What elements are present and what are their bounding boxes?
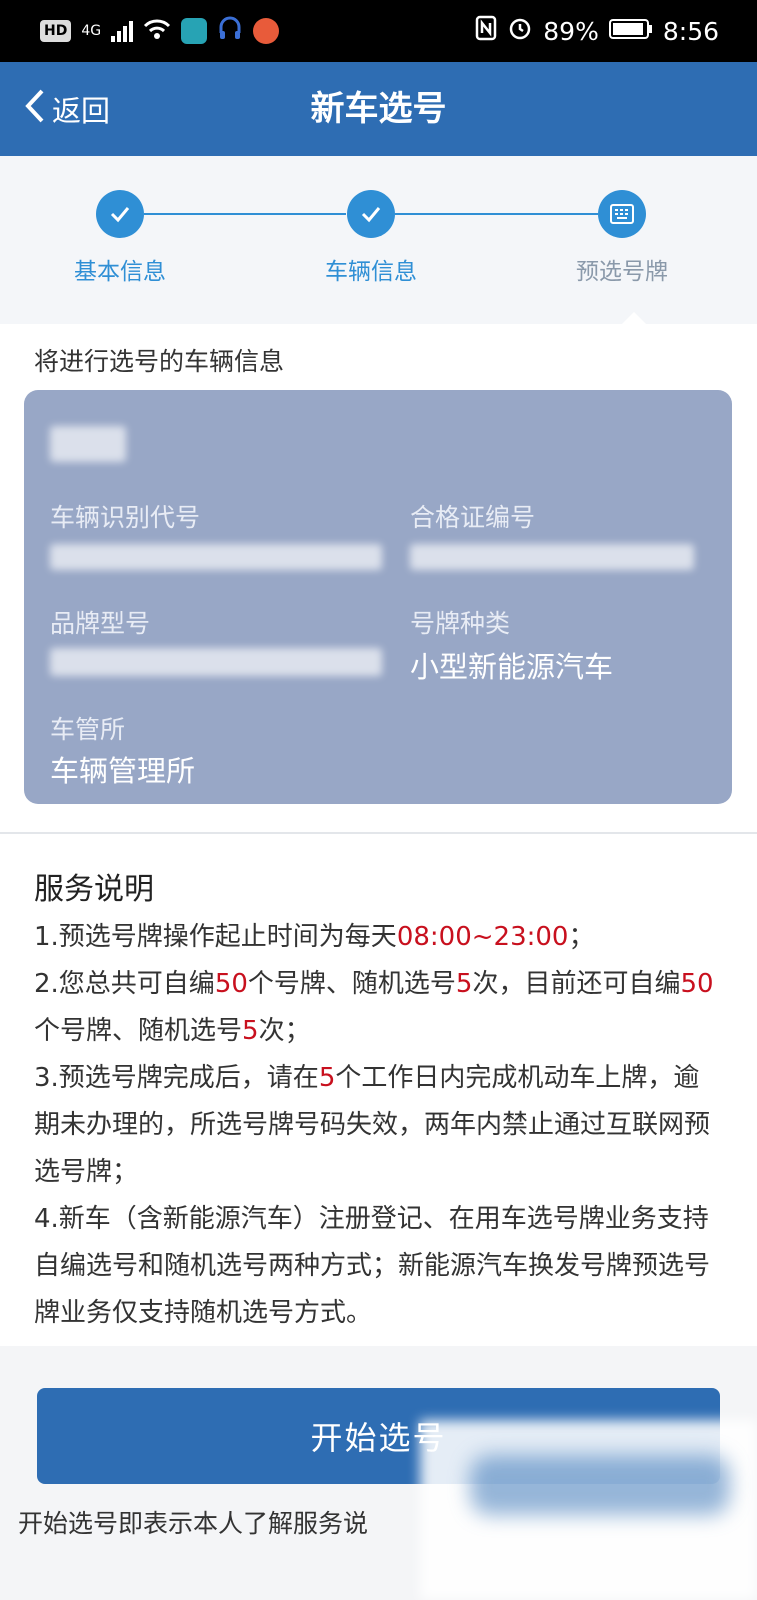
- check-icon: [347, 190, 395, 238]
- clock-time: 8:56: [662, 16, 719, 46]
- vehicle-card: 车辆识别代号 合格证编号 品牌型号 号牌种类 小型新能源汽车 车管所 车辆管理所: [24, 390, 732, 804]
- service-item-1: 1.预选号牌操作起止时间为每天08:00~23:00；: [34, 914, 724, 961]
- hd-badge: HD: [40, 20, 72, 42]
- app-notification-icon: [181, 18, 208, 44]
- keyboard-icon: [598, 190, 646, 238]
- text: 2.您总共可自编: [34, 969, 215, 999]
- service-item-2: 2.您总共可自编50个号牌、随机选号5次，目前还可自编50个号牌、随机选号5次；: [34, 961, 724, 1055]
- step-pointer: [622, 312, 646, 324]
- highlight-number: 5: [242, 1016, 259, 1046]
- wifi-icon: [143, 17, 171, 46]
- office-label: 车管所: [50, 715, 126, 744]
- highlight-number: 5: [455, 969, 473, 999]
- step-label: 预选号牌: [576, 259, 668, 285]
- step-label: 基本信息: [74, 259, 166, 285]
- alarm-icon: [507, 15, 533, 47]
- highlight-number: 50: [680, 969, 714, 999]
- service-section: 服务说明 1.预选号牌操作起止时间为每天08:00~23:00； 2.您总共可自…: [0, 834, 757, 1346]
- section-heading: 将进行选号的车辆信息: [34, 347, 285, 376]
- back-button[interactable]: 返回: [24, 62, 110, 156]
- status-right: 89% 8:56: [475, 15, 719, 47]
- redacted-owner: [50, 426, 126, 462]
- service-item-3: 3.预选号牌完成后，请在5个工作日内完成机动车上牌，逾期未办理的，所选号牌号码失…: [34, 1055, 724, 1196]
- check-icon: [96, 190, 144, 238]
- model-label: 品牌型号: [50, 609, 151, 638]
- text: 次；: [258, 1016, 311, 1046]
- plate-type-value: 小型新能源汽车: [410, 650, 614, 684]
- text: ；: [568, 922, 595, 952]
- back-label: 返回: [52, 94, 111, 128]
- text: 个号牌、随机选号: [247, 969, 456, 999]
- battery-percent: 89%: [543, 16, 599, 46]
- highlight-number: 50: [214, 969, 248, 999]
- office-value: 车辆管理所: [50, 754, 196, 788]
- status-bar: HD 4G 89% 8:56: [0, 0, 757, 62]
- service-item-4: 4.新车（含新能源汽车）注册登记、在用车选号牌业务支持自编选号和随机选号两种方式…: [34, 1204, 711, 1328]
- send-app-icon: [253, 18, 280, 44]
- nfc-icon: [475, 15, 497, 47]
- text: 次，目前还可自编: [472, 969, 681, 999]
- redacted-model: [50, 648, 382, 676]
- headset-icon: [217, 15, 243, 47]
- cert-label: 合格证编号: [410, 503, 536, 532]
- plate-type-label: 号牌种类: [410, 609, 511, 638]
- step-plate-select: 预选号牌: [542, 190, 702, 286]
- step-basic-info: 基本信息: [40, 190, 200, 286]
- text: 3.预选号牌完成后，请在: [34, 1063, 319, 1093]
- watermark-overlay-tint: [470, 1455, 730, 1515]
- text: 个号牌、随机选号: [34, 1016, 243, 1046]
- status-left: HD 4G: [40, 15, 280, 47]
- page-title: 新车选号: [310, 89, 447, 129]
- vehicle-section: 将进行选号的车辆信息 车辆识别代号 合格证编号 品牌型号 号牌种类 小型新能源汽…: [0, 324, 757, 832]
- app-header: 返回 新车选号: [0, 62, 757, 156]
- step-vehicle-info: 车辆信息: [291, 190, 451, 286]
- service-title: 服务说明: [34, 872, 154, 907]
- redacted-cert: [410, 544, 694, 570]
- step-label: 车辆信息: [325, 259, 417, 285]
- battery-icon: [608, 17, 653, 46]
- text: 1.预选号牌操作起止时间为每天: [34, 922, 397, 952]
- highlight-time: 08:00~23:00: [396, 922, 569, 952]
- signal-icon: [111, 20, 134, 42]
- highlight-number: 5: [318, 1063, 336, 1093]
- network-type: 4G: [81, 23, 102, 39]
- footer-note: 开始选号即表示本人了解服务说: [18, 1509, 369, 1538]
- progress-stepper: 基本信息 车辆信息 预选号牌: [0, 156, 757, 324]
- service-body: 1.预选号牌操作起止时间为每天08:00~23:00； 2.您总共可自编50个号…: [34, 914, 724, 1337]
- vin-label: 车辆识别代号: [50, 503, 201, 532]
- redacted-vin: [50, 544, 382, 570]
- chevron-left-icon: [24, 88, 46, 131]
